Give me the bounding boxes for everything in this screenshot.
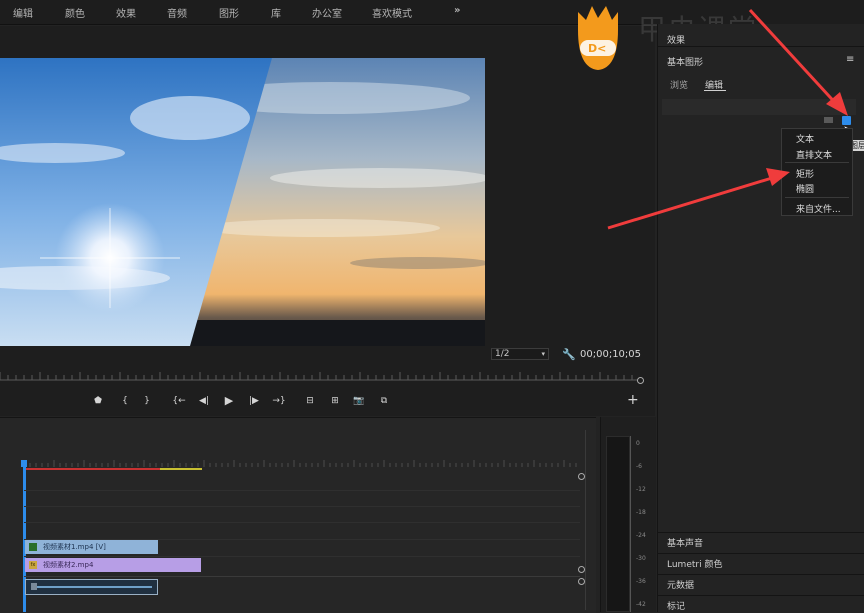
track-scroll-handle[interactable] xyxy=(578,578,585,585)
meter-label: -24 xyxy=(636,532,646,539)
audio-meter-scale-line xyxy=(630,436,631,612)
timeline-scrollbar[interactable] xyxy=(585,430,586,610)
go-to-in-button[interactable]: {← xyxy=(172,395,186,407)
lift-button[interactable]: ⊟ xyxy=(303,395,317,407)
add-marker-button[interactable]: ⬟ xyxy=(91,395,105,407)
meter-label: -18 xyxy=(636,509,646,516)
monitor-scrub-ruler[interactable] xyxy=(0,370,638,382)
clip-label: 视频素材2.mp4 xyxy=(43,561,94,569)
playhead-handle[interactable] xyxy=(21,460,27,467)
menu-item-favorites[interactable]: 喜欢模式 xyxy=(372,5,412,20)
meter-label: -42 xyxy=(636,601,646,608)
annotation-arrows xyxy=(607,8,848,230)
step-back-button[interactable]: ◀| xyxy=(197,395,211,407)
zoom-select[interactable]: 1/2 ▾ xyxy=(491,348,549,360)
chevron-down-icon: ▾ xyxy=(541,350,545,358)
track-divider-audio xyxy=(24,576,580,577)
arrow-to-rectangle-item xyxy=(607,176,773,230)
panel-essential-sound[interactable]: 基本声音 xyxy=(667,536,703,549)
panel-divider xyxy=(657,553,864,554)
panel-lumetri-color[interactable]: Lumetri 颜色 xyxy=(667,557,722,570)
panel-metadata[interactable]: 元数据 xyxy=(667,578,694,591)
timeline-ruler[interactable] xyxy=(24,458,580,472)
camera-icon[interactable]: 📷 xyxy=(352,395,366,407)
clip-video-2[interactable]: fx 视频素材2.mp4 xyxy=(25,558,201,572)
menu-item-audio[interactable]: 音频 xyxy=(167,5,187,20)
meter-label: 0 xyxy=(636,440,640,447)
scrub-end-handle[interactable] xyxy=(637,377,644,384)
clip-video-1[interactable]: 视频素材1.mp4 [V] xyxy=(25,540,158,554)
clip-audio-1[interactable] xyxy=(25,579,158,595)
menu-item-effects[interactable]: 效果 xyxy=(116,5,136,20)
meter-label: -30 xyxy=(636,555,646,562)
track-divider xyxy=(24,522,580,523)
track-scroll-handle[interactable] xyxy=(578,473,585,480)
panel-divider xyxy=(657,574,864,575)
zoom-value: 1/2 xyxy=(495,349,510,359)
extract-button[interactable]: ⊞ xyxy=(328,395,342,407)
compare-view-button[interactable]: ⧉ xyxy=(377,395,391,407)
menu-item-office[interactable]: 办公室 xyxy=(312,5,342,20)
video-preview[interactable] xyxy=(0,58,485,346)
arrowhead-icon xyxy=(766,168,790,186)
panel-divider xyxy=(657,532,864,533)
menu-item-graphics[interactable]: 图形 xyxy=(219,5,239,20)
audio-meter-bar xyxy=(606,436,630,612)
menu-item-library[interactable]: 库 xyxy=(271,5,281,20)
fx-badge-icon: fx xyxy=(29,561,37,569)
audio-keyframe-icon xyxy=(31,583,37,590)
wrench-icon[interactable]: 🔧 xyxy=(562,348,576,361)
clip-badge-icon xyxy=(29,543,37,551)
clip-label: 视频素材1.mp4 [V] xyxy=(43,543,106,551)
menu-item-edit[interactable]: 编辑 xyxy=(13,5,33,20)
panel-divider xyxy=(657,595,864,596)
track-divider xyxy=(24,490,580,491)
step-forward-button[interactable]: |▶ xyxy=(247,395,261,407)
meter-label: -36 xyxy=(636,578,646,585)
meter-label: -6 xyxy=(636,463,642,470)
arrow-to-new-layer-icon xyxy=(748,8,842,110)
track-scroll-handle[interactable] xyxy=(578,566,585,573)
menu-item-color[interactable]: 颜色 xyxy=(65,5,85,20)
go-to-out-button[interactable]: →} xyxy=(272,395,286,407)
track-divider xyxy=(24,506,580,507)
mark-in-button[interactable]: { xyxy=(118,395,132,407)
button-editor-add-button[interactable]: + xyxy=(627,392,639,408)
track-divider xyxy=(24,556,580,557)
menu-overflow-button[interactable]: » xyxy=(454,5,460,16)
video-frame-image xyxy=(0,58,485,346)
mark-out-button[interactable]: } xyxy=(140,395,154,407)
panel-markers[interactable]: 标记 xyxy=(667,599,685,612)
timecode-display[interactable]: 00;00;10;05 xyxy=(580,349,641,360)
play-button[interactable]: ▶ xyxy=(222,395,236,407)
audio-waveform-line xyxy=(32,586,152,588)
meter-label: -12 xyxy=(636,486,646,493)
